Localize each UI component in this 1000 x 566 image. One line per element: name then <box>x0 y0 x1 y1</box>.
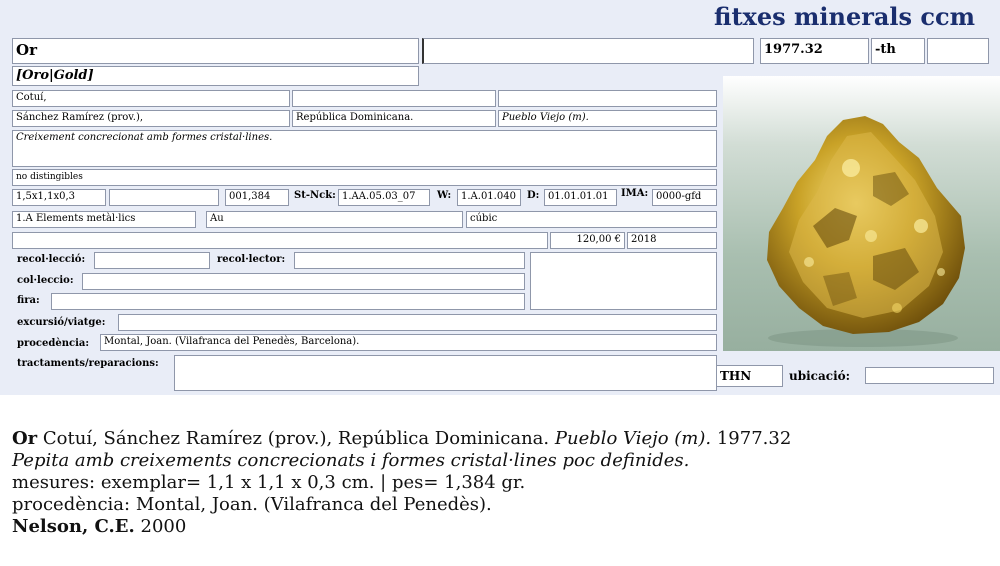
province-field[interactable]: Sánchez Ramírez (prov.), <box>12 110 290 127</box>
price-field[interactable]: 120,00 € <box>550 232 625 249</box>
d-field[interactable]: 01.01.01.01 <box>544 189 617 206</box>
notes-field[interactable] <box>12 232 548 249</box>
recoleccio-field[interactable] <box>94 252 210 269</box>
fira-label: fira: <box>17 295 40 306</box>
class-field[interactable]: 1.A Elements metàl·lics <box>12 211 196 228</box>
description-procedencia: procedència: Montal, Joan. (Vilafranca d… <box>12 494 492 515</box>
tractaments-label: tractaments/reparacions: <box>17 358 159 369</box>
country-field[interactable]: República Dominicana. <box>292 110 496 127</box>
colleccio-field[interactable] <box>82 273 525 290</box>
colleccio-label: col·leccio: <box>17 275 74 286</box>
excursio-label: excursió/viatge: <box>17 317 106 328</box>
procedencia-field[interactable]: Montal, Joan. (Vilafranca del Penedès, B… <box>100 334 717 351</box>
specimen-description: Or Cotuí, Sánchez Ramírez (prov.), Repúb… <box>12 428 791 538</box>
catalog-extra-field[interactable] <box>927 38 989 64</box>
description-author: Nelson, C.E. <box>12 516 135 537</box>
strunz-field[interactable]: 1.AA.05.03_07 <box>338 189 430 206</box>
mine-field[interactable]: Pueblo Viejo (m). <box>498 110 717 127</box>
recolector-field[interactable] <box>294 252 525 269</box>
stnck-label: St-Nck: <box>294 190 336 201</box>
thn-field[interactable]: THN <box>716 365 783 387</box>
app-title: fitxes minerals ccm <box>714 2 976 31</box>
w-label: W: <box>437 190 452 201</box>
catalog-number-field[interactable]: 1977.32 <box>760 38 869 64</box>
associated-minerals-field[interactable]: no distingibles <box>12 169 717 186</box>
description-name: Or <box>12 428 38 449</box>
weight-field[interactable]: 001,384 <box>225 189 289 206</box>
locality-field-2[interactable] <box>292 90 496 107</box>
ubicacio-label: ubicació: <box>789 369 851 383</box>
specimen-photo <box>723 76 1000 351</box>
excursio-field[interactable] <box>118 314 717 331</box>
collection-notes-box[interactable] <box>530 252 717 310</box>
mineral-record-card: fitxes minerals ccm Or 1977.32 -th [Oro|… <box>0 0 1000 395</box>
gold-nugget-image <box>767 116 965 347</box>
ima-field[interactable]: 0000-gfd <box>652 189 717 206</box>
description-locality: Cotuí, Sánchez Ramírez (prov.), Repúblic… <box>42 428 550 449</box>
year-field[interactable]: 2018 <box>627 232 717 249</box>
mineral-name-field[interactable]: Or <box>12 38 419 64</box>
description-author-year: 2000 <box>140 516 187 537</box>
description-catalog: 1977.32 <box>716 428 792 449</box>
dimensions-field[interactable]: 1,5x1,1x0,3 <box>12 189 106 206</box>
tractaments-field[interactable] <box>174 355 717 391</box>
ima-label: IMA: <box>621 188 649 199</box>
description-line-1: Or Cotuí, Sánchez Ramírez (prov.), Repúb… <box>12 428 791 450</box>
description-habit: Pepita amb creixements concrecionats i f… <box>12 450 690 471</box>
ubicacio-field[interactable] <box>865 367 994 384</box>
procedencia-label: procedència: <box>17 338 90 349</box>
dimensions-field-2[interactable] <box>109 189 219 206</box>
description-line-5: Nelson, C.E. 2000 <box>12 516 791 538</box>
secondary-name-field[interactable] <box>422 38 754 64</box>
habit-field[interactable]: Creixement concrecionat amb formes crist… <box>12 130 717 167</box>
locality-field-3[interactable] <box>498 90 717 107</box>
crystal-system-field[interactable]: cúbic <box>466 211 717 228</box>
description-mine: Pueblo Viejo (m). <box>554 428 712 449</box>
d-label: D: <box>527 190 540 201</box>
description-measures: mesures: exemplar= 1,1 x 1,1 x 0,3 cm. |… <box>12 472 526 493</box>
recolector-label: recol·lector: <box>217 254 286 265</box>
fira-field[interactable] <box>51 293 525 310</box>
catalog-suffix-field[interactable]: -th <box>871 38 925 64</box>
formula-field[interactable]: Au <box>206 211 463 228</box>
w-field[interactable]: 1.A.01.040 <box>457 189 521 206</box>
recoleccio-label: recol·lecció: <box>17 254 86 265</box>
synonyms-field[interactable]: [Oro|Gold] <box>12 66 419 86</box>
locality-field[interactable]: Cotuí, <box>12 90 290 107</box>
